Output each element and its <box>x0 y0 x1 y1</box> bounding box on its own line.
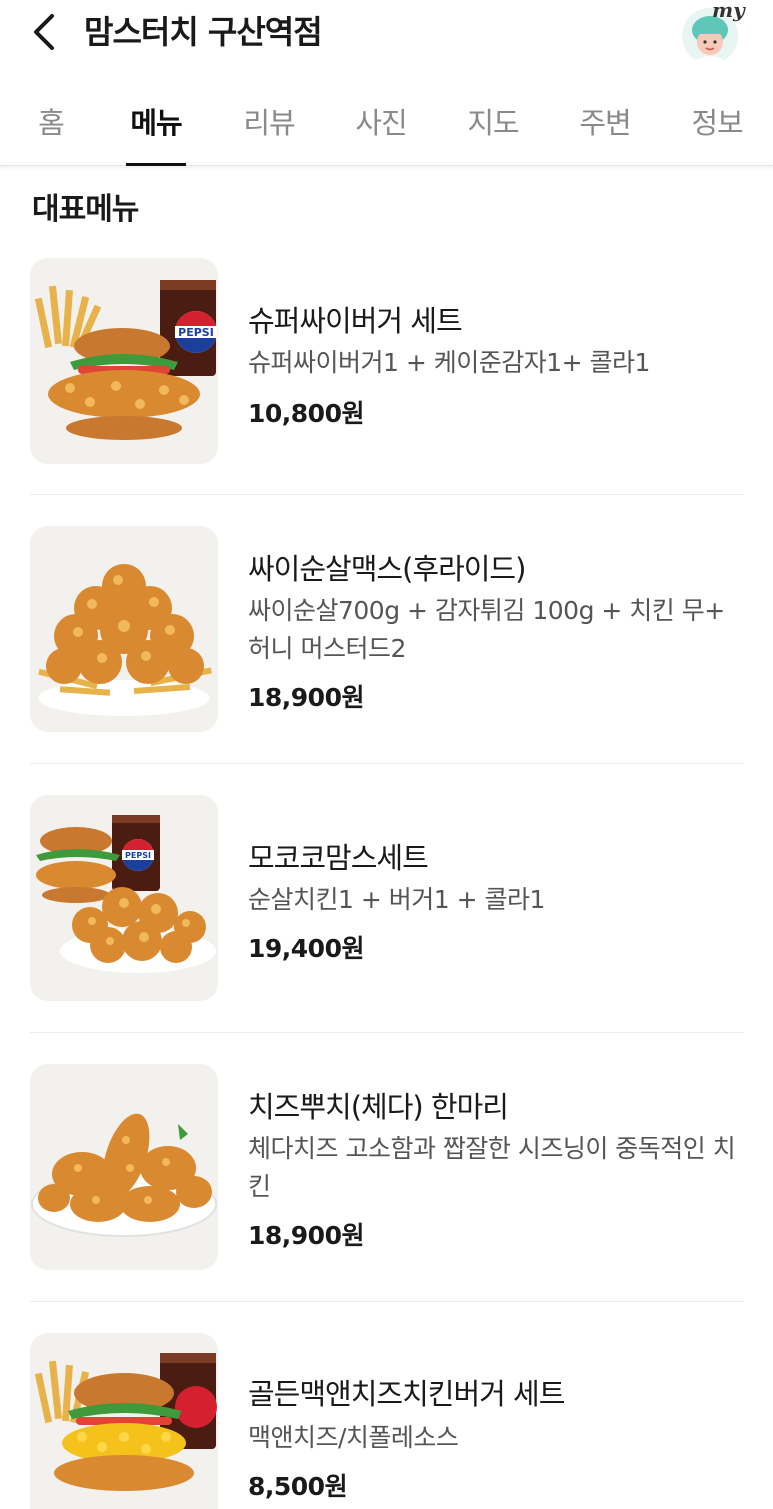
chicken-burger-set-image: PEPSI <box>30 795 218 1001</box>
mac-cheese-burger-set-image <box>30 1333 218 1509</box>
menu-description: 싸이순살700g + 감자튀김 100g + 치킨 무+ 허니 머스터드2 <box>248 596 725 663</box>
menu-price: 19,400원 <box>248 934 364 963</box>
section-title: 대표메뉴 <box>32 192 139 227</box>
divider <box>30 1301 744 1302</box>
active-tab-underline <box>126 163 186 166</box>
svg-text:PEPSI: PEPSI <box>178 326 214 339</box>
tab-menu[interactable]: 메뉴 <box>126 100 186 166</box>
menu-name: 모코코맘스세트 <box>248 841 429 875</box>
svg-text:PEPSI: PEPSI <box>125 851 151 860</box>
menu-item[interactable]: PEPSI 슈퍼싸이버거 세트 슈퍼싸이버거1 + 케이준감자1+ 콜라1 10… <box>0 258 773 494</box>
menu-price: 18,900원 <box>248 683 364 712</box>
tab-review[interactable]: 리뷰 <box>238 100 300 166</box>
menu-name: 슈퍼싸이버거 세트 <box>248 304 463 338</box>
app-header: 맘스터치 구산역점 my <box>0 0 773 68</box>
avatar[interactable]: my <box>678 0 745 66</box>
menu-description: 순살치킨1 + 버거1 + 콜라1 <box>248 885 545 914</box>
avatar-badge: my <box>712 0 745 22</box>
chevron-left-icon <box>34 14 54 50</box>
fried-chicken-plate-image <box>30 1064 218 1270</box>
menu-description: 슈퍼싸이버거1 + 케이준감자1+ 콜라1 <box>248 348 650 377</box>
divider <box>30 763 744 764</box>
tab-map[interactable]: 지도 <box>462 100 524 166</box>
tab-info[interactable]: 정보 <box>686 100 748 166</box>
menu-description: 맥앤치즈/치폴레소스 <box>248 1423 459 1452</box>
menu-name: 싸이순살맥스(후라이드) <box>248 552 526 586</box>
menu-item[interactable]: 치즈뿌치(체다) 한마리 체다치즈 고소함과 짭잘한 시즈닝이 중독적인 치킨 … <box>0 1064 773 1300</box>
menu-item[interactable]: PEPSI 모코코맘스세트 순살치킨1 + 버거1 + 콜라1 19,400원 <box>0 795 773 1031</box>
back-button[interactable] <box>24 10 64 54</box>
menu-item[interactable]: 골든맥앤치즈치킨버거 세트 맥앤치즈/치폴레소스 8,500원 <box>0 1333 773 1509</box>
menu-name: 치즈뿌치(체다) 한마리 <box>248 1090 509 1124</box>
page-title: 맘스터치 구산역점 <box>84 13 323 51</box>
burger-set-image: PEPSI <box>30 258 218 464</box>
menu-price: 10,800원 <box>248 399 364 428</box>
tab-photo[interactable]: 사진 <box>350 100 412 166</box>
menu-item[interactable]: 싸이순살맥스(후라이드) 싸이순살700g + 감자튀김 100g + 치킨 무… <box>0 526 773 762</box>
tab-nearby[interactable]: 주변 <box>574 100 636 166</box>
tab-bar: 홈 메뉴 리뷰 사진 지도 주변 정보 <box>0 88 773 166</box>
divider <box>30 494 744 495</box>
menu-price: 8,500원 <box>248 1472 348 1501</box>
divider <box>30 1032 744 1033</box>
menu-name: 골든맥앤치즈치킨버거 세트 <box>248 1377 565 1411</box>
menu-description: 체다치즈 고소함과 짭잘한 시즈닝이 중독적인 치킨 <box>248 1134 736 1201</box>
chicken-fries-image <box>30 526 218 732</box>
menu-price: 18,900원 <box>248 1221 364 1250</box>
tab-home[interactable]: 홈 <box>24 100 78 166</box>
